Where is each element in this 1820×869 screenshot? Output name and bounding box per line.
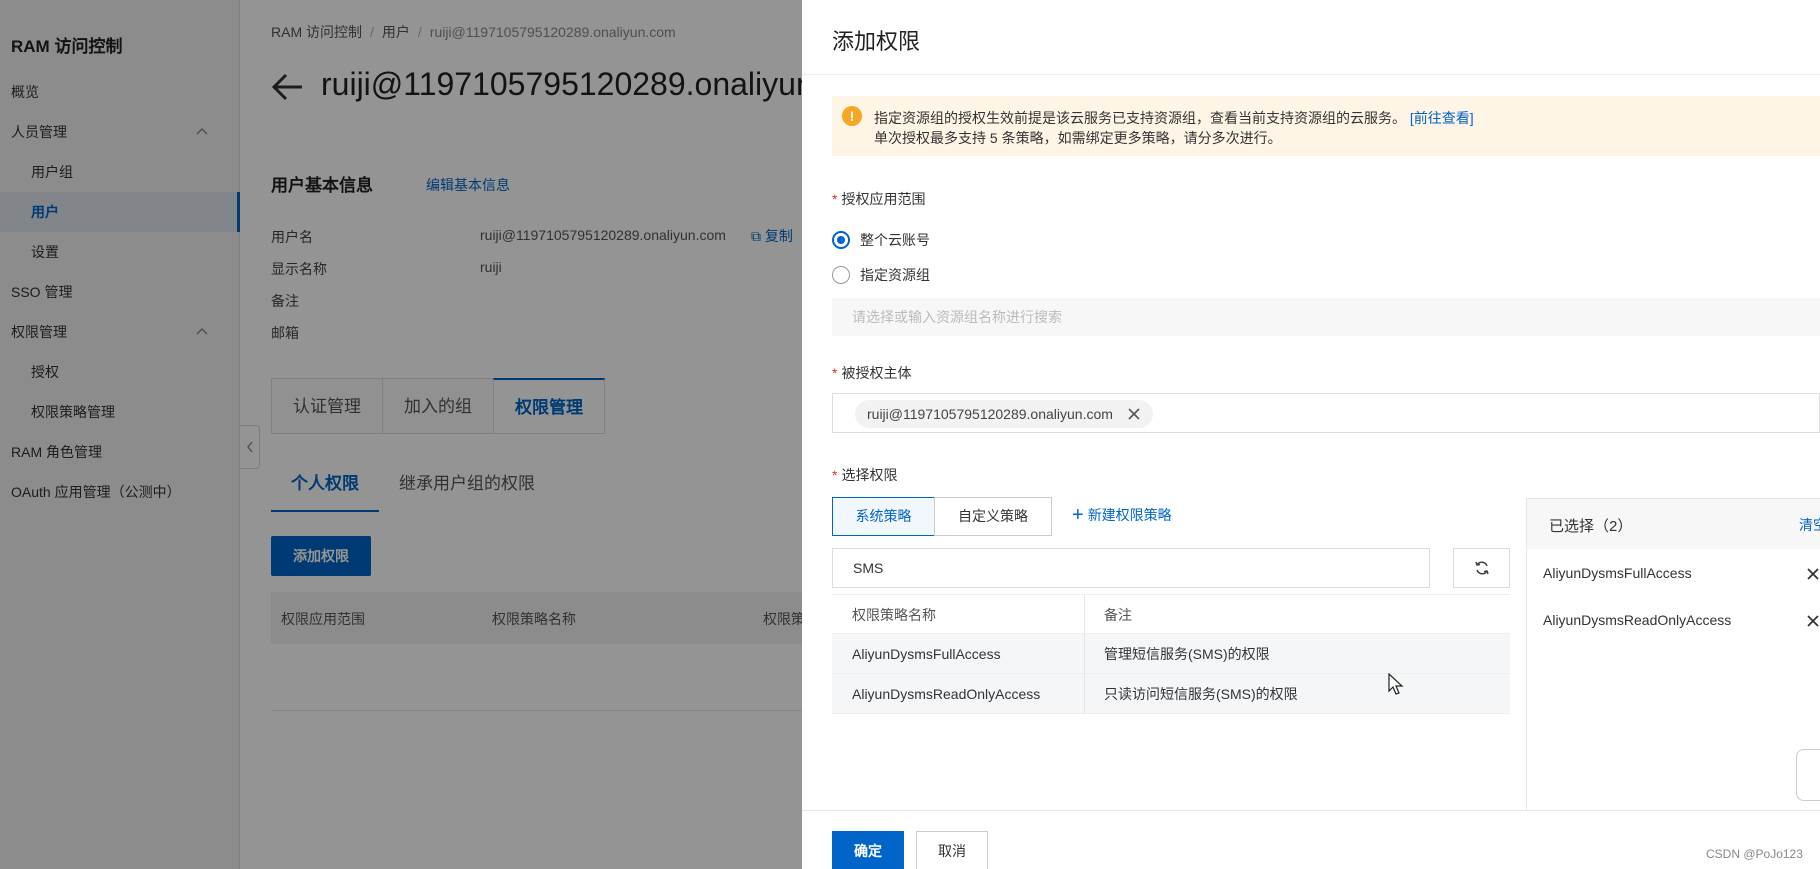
permissions-label-text: 选择权限: [841, 467, 898, 483]
notice-text: 指定资源组的授权生效前提是该云服务已支持资源组，查看当前支持资源组的云服务。 […: [874, 108, 1474, 128]
selected-policies-panel: 已选择（2） 清空 AliyunDysmsFullAccess AliyunDy…: [1526, 498, 1820, 810]
scope-label-text: 授权应用范围: [841, 191, 926, 207]
permissions-label: * 选择权限: [832, 467, 898, 483]
drawer-title: 添加权限: [832, 29, 921, 54]
selected-item: AliyunDysmsReadOnlyAccess: [1543, 612, 1732, 628]
confirm-button[interactable]: 确定: [832, 831, 904, 869]
selected-item: AliyunDysmsFullAccess: [1543, 565, 1692, 581]
principal-label: * 被授权主体: [832, 365, 912, 381]
notice-banner: ! 指定资源组的授权生效前提是该云服务已支持资源组，查看当前支持资源组的云服务。…: [832, 96, 1820, 156]
remove-icon[interactable]: [1806, 614, 1820, 628]
refresh-icon: [1474, 561, 1489, 575]
cancel-button[interactable]: 取消: [916, 831, 988, 869]
mouse-cursor-icon: [1388, 673, 1404, 695]
radio-label: 整个云账号: [860, 232, 930, 248]
column-header: 权限策略名称: [852, 607, 936, 623]
policy-note-cell: 只读访问短信服务(SMS)的权限: [1104, 686, 1298, 702]
divider: [802, 74, 1820, 75]
principal-select[interactable]: ruiji@1197105795120289.onaliyun.com: [832, 393, 1820, 433]
floating-side-button[interactable]: [1796, 749, 1820, 801]
principal-label-text: 被授权主体: [841, 365, 912, 381]
add-permission-drawer: 添加权限 ! 指定资源组的授权生效前提是该云服务已支持资源组，查看当前支持资源组…: [802, 0, 1820, 869]
scope-label: * 授权应用范围: [832, 191, 926, 207]
remove-icon[interactable]: [1806, 567, 1820, 581]
policy-note-cell: 管理短信服务(SMS)的权限: [1104, 646, 1270, 662]
segment-system-policy[interactable]: 系统策略: [832, 497, 935, 536]
radio-whole-account[interactable]: 整个云账号: [832, 230, 930, 250]
new-policy-label: 新建权限策略: [1087, 507, 1172, 523]
plus-icon: +: [1072, 504, 1084, 526]
radio-checked-icon[interactable]: [832, 231, 850, 249]
clear-selected-button[interactable]: 清空: [1799, 515, 1820, 535]
close-icon[interactable]: [1127, 407, 1141, 421]
policy-search-input[interactable]: SMS: [832, 548, 1430, 588]
column-header: 备注: [1104, 607, 1132, 623]
table-row[interactable]: AliyunDysmsReadOnlyAccess 只读访问短信服务(SMS)的…: [832, 674, 1510, 714]
notice-line2: 单次授权最多支持 5 条策略，如需绑定更多策略，请分多次进行。: [874, 130, 1282, 146]
principal-tag-label: ruiji@1197105795120289.onaliyun.com: [867, 406, 1113, 422]
policy-name-cell: AliyunDysmsFullAccess: [852, 646, 1001, 662]
refresh-button[interactable]: [1453, 548, 1510, 588]
notice-line1: 指定资源组的授权生效前提是该云服务已支持资源组，查看当前支持资源组的云服务。: [874, 110, 1406, 126]
principal-tag: ruiji@1197105795120289.onaliyun.com: [855, 400, 1153, 428]
watermark: CSDN @PoJo123: [1706, 847, 1803, 861]
warning-icon: !: [842, 106, 862, 126]
table-row[interactable]: AliyunDysmsFullAccess 管理短信服务(SMS)的权限: [832, 634, 1510, 674]
radio-label: 指定资源组: [860, 267, 930, 283]
selected-count-title: 已选择（2）: [1549, 518, 1633, 535]
table-header-row: 权限策略名称 备注: [832, 594, 1510, 635]
segment-custom-policy[interactable]: 自定义策略: [934, 497, 1052, 536]
modal-overlay[interactable]: [0, 0, 802, 869]
notice-link[interactable]: [前往查看]: [1410, 110, 1474, 126]
policy-name-cell: AliyunDysmsReadOnlyAccess: [852, 686, 1041, 702]
policy-table: 权限策略名称 备注 AliyunDysmsFullAccess 管理短信服务(S…: [832, 594, 1510, 714]
radio-unchecked-icon[interactable]: [832, 266, 850, 284]
resource-group-search-input[interactable]: 请选择或输入资源组名称进行搜索: [832, 298, 1820, 336]
selected-panel-header: 已选择（2） 清空: [1527, 499, 1820, 549]
new-policy-link[interactable]: + 新建权限策略: [1072, 505, 1172, 525]
radio-resource-group[interactable]: 指定资源组: [832, 265, 930, 285]
divider: [802, 810, 1820, 811]
